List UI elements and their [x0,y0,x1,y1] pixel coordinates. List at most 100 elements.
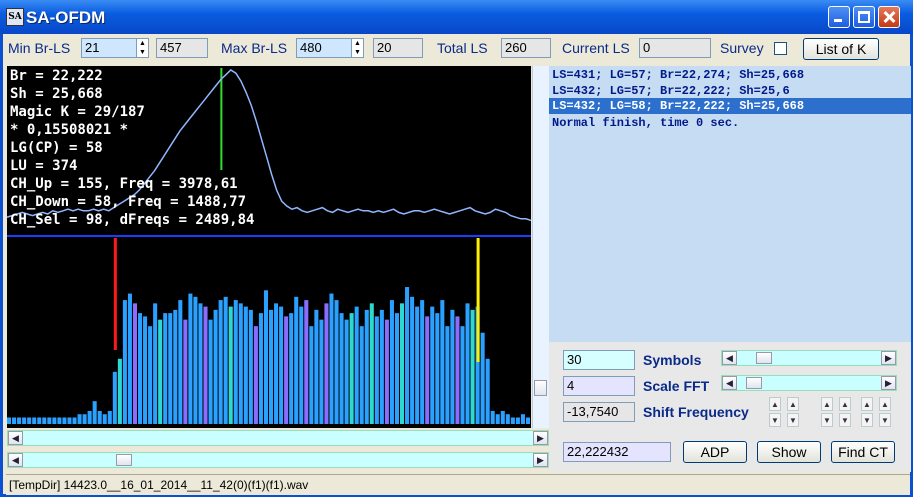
shift-frequency-input[interactable]: -13,7540 [563,402,635,422]
spectrum-bar [339,313,344,424]
list-of-k-button[interactable]: List of K [803,38,879,60]
scroll-left-icon[interactable]: ◀ [8,453,23,467]
log-line[interactable]: LS=431; LG=57; Br=22,274; Sh=25,668 [552,68,804,82]
up-arrow-icon[interactable]: ▲ [879,397,891,411]
info-line: Magic K = 29/187 [10,104,145,120]
title-bar[interactable]: SA SA-OFDM [0,0,913,34]
scroll-thumb[interactable] [116,454,132,466]
down-arrow-icon[interactable]: ▼ [787,413,799,427]
down-arrow-icon[interactable]: ▼ [879,413,891,427]
slider-left-icon[interactable]: ◀ [722,351,737,365]
slider-right-icon[interactable]: ▶ [881,351,896,365]
shift-stepper-3[interactable]: ▲ ▼ [821,397,833,427]
spectrum-bar [369,303,374,424]
spectrum-bar [52,417,57,424]
spin-up-icon[interactable]: ▲ [137,39,148,48]
spectrum-bar [294,296,299,424]
spectrum-bar [62,417,67,424]
spectrum-bar [435,313,440,424]
log-list[interactable]: LS=431; LG=57; Br=22,274; Sh=25,668 LS=4… [549,66,911,342]
spectrum-bar [92,401,97,424]
plot-hscroll-1[interactable]: ◀ ▶ [7,430,549,446]
spectrum-bar [349,313,354,424]
spin-down-icon[interactable]: ▼ [352,48,363,57]
spectrum-bar [122,300,127,424]
up-arrow-icon[interactable]: ▲ [769,397,781,411]
window-title: SA-OFDM [26,8,106,27]
scroll-left-icon[interactable]: ◀ [8,431,23,445]
plot-vscroll-thumb[interactable] [534,380,547,396]
spectrum-bar [7,417,12,424]
shift-stepper-5[interactable]: ▲ ▼ [861,397,873,427]
survey-checkbox[interactable] [774,42,787,55]
scale-fft-label: Scale FFT [643,378,710,394]
shift-stepper-1[interactable]: ▲ ▼ [769,397,781,427]
down-arrow-icon[interactable]: ▼ [861,413,873,427]
status-text: [TempDir] 14423.0__16_01_2014__11_42(0)(… [9,478,309,492]
slider-left-icon[interactable]: ◀ [722,376,737,390]
spectrum-bar [344,319,349,424]
spectrum-bar [510,417,515,424]
up-arrow-icon[interactable]: ▲ [839,397,851,411]
spectrum-bar [485,358,490,424]
min-br-spinner[interactable]: ▲ ▼ [136,38,149,58]
minimize-button[interactable] [828,6,850,28]
up-arrow-icon[interactable]: ▲ [821,397,833,411]
down-arrow-icon[interactable]: ▼ [821,413,833,427]
adp-button[interactable]: ADP [683,441,747,463]
spectrum-bar [304,300,309,424]
spectrum-bar [430,306,435,424]
slider-thumb[interactable] [746,377,762,389]
spectrum-bar [460,326,465,424]
slider-thumb[interactable] [756,352,772,364]
spectrum-bar [107,410,112,424]
symbols-input[interactable]: 30 [563,350,635,370]
br-value-display: 22,222432 [563,442,671,462]
scale-fft-slider[interactable]: ◀ ▶ [721,375,897,391]
spectrum-bar [470,309,475,424]
spectrum-bar [334,300,339,424]
spectrum-bar [284,316,289,424]
maximize-button[interactable] [853,6,875,28]
max-br-spinner[interactable]: ▲ ▼ [351,38,364,58]
scroll-right-icon[interactable]: ▶ [533,453,548,467]
log-line-selected[interactable]: LS=432; LG=58; Br=22,222; Sh=25,668 [549,98,911,114]
log-line[interactable]: Normal finish, time 0 sec. [552,116,739,130]
spectrum-bar [354,306,359,424]
plot-vscroll[interactable] [532,66,549,428]
scroll-right-icon[interactable]: ▶ [533,431,548,445]
spectrum-bar [274,303,279,424]
info-line: LG(CP) = 58 [10,140,103,156]
log-line[interactable]: LS=432; LG=57; Br=22,222; Sh=25,6 [552,84,790,98]
spectrum-bar [188,293,193,424]
scale-fft-input[interactable]: 4 [563,376,635,396]
show-button[interactable]: Show [757,441,821,463]
symbols-slider[interactable]: ◀ ▶ [721,350,897,366]
spin-down-icon[interactable]: ▼ [137,48,148,57]
max-br-input[interactable]: 480 [296,38,352,58]
spectrum-bar [505,414,510,424]
spectrum-bar [465,303,470,424]
up-arrow-icon[interactable]: ▲ [861,397,873,411]
spectrum-bar [173,309,178,424]
spectrum-bar [374,316,379,424]
close-button[interactable] [878,6,900,28]
find-ct-button[interactable]: Find CT [831,441,895,463]
up-arrow-icon[interactable]: ▲ [787,397,799,411]
spectrum-bar [213,309,218,424]
shift-stepper-6[interactable]: ▲ ▼ [879,397,891,427]
min-br-input[interactable]: 21 [81,38,137,58]
symbols-label: Symbols [643,352,702,368]
shift-stepper-4[interactable]: ▲ ▼ [839,397,851,427]
slider-right-icon[interactable]: ▶ [881,376,896,390]
spectrum-bar [32,417,37,424]
info-line: Sh = 25,668 [10,86,103,102]
shift-stepper-2[interactable]: ▲ ▼ [787,397,799,427]
down-arrow-icon[interactable]: ▼ [769,413,781,427]
spin-up-icon[interactable]: ▲ [352,39,363,48]
plot-hscroll-2[interactable]: ◀ ▶ [7,452,549,468]
spectrum-bar [440,300,445,424]
down-arrow-icon[interactable]: ▼ [839,413,851,427]
spectrum-bar [450,309,455,424]
current-ls-value: 0 [639,38,711,58]
